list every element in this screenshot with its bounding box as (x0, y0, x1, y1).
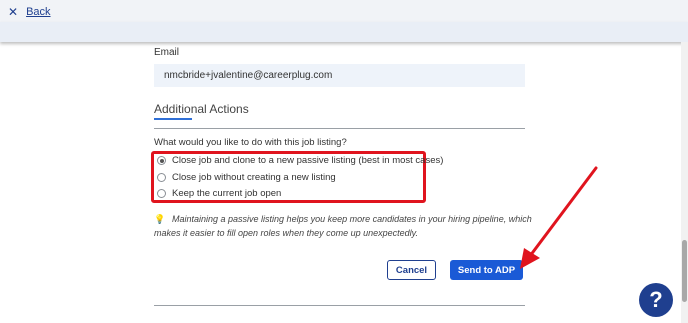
email-label: Email (154, 47, 180, 58)
divider (154, 305, 525, 306)
send-to-adp-button[interactable]: Send to ADP (450, 260, 523, 280)
option-label: Keep the current job open (172, 188, 282, 199)
lightbulb-icon: 💡 (154, 214, 166, 224)
radio-button[interactable] (157, 156, 166, 165)
email-field[interactable] (154, 64, 525, 87)
option-close-only[interactable]: Close job without creating a new listing (157, 172, 336, 183)
option-label: Close job and clone to a new passive lis… (172, 155, 444, 166)
radio-button[interactable] (157, 173, 166, 182)
option-label: Close job without creating a new listing (172, 172, 336, 183)
section-title-underline (154, 118, 192, 120)
option-clone-passive[interactable]: Close job and clone to a new passive lis… (157, 155, 443, 166)
arrow-shaft (528, 166, 598, 258)
back-label[interactable]: Back (26, 6, 50, 18)
scrollbar-thumb[interactable] (682, 240, 687, 302)
help-button[interactable]: ? (639, 283, 673, 317)
tip-text-block: 💡 Maintaining a passive listing helps you… (154, 212, 534, 240)
cancel-button[interactable]: Cancel (387, 260, 436, 280)
close-icon[interactable]: ✕ (8, 5, 18, 19)
divider (154, 128, 525, 129)
section-title: Additional Actions (154, 102, 249, 116)
radio-button[interactable] (157, 189, 166, 198)
top-bar: ✕ Back (0, 0, 688, 22)
arrow-head (520, 248, 540, 269)
sub-header-bar (0, 22, 688, 42)
job-listing-question: What would you like to do with this job … (154, 137, 347, 148)
option-keep-open[interactable]: Keep the current job open (157, 188, 281, 199)
tip-text: Maintaining a passive listing helps you … (154, 214, 532, 238)
back-link[interactable]: ✕ Back (8, 5, 51, 19)
